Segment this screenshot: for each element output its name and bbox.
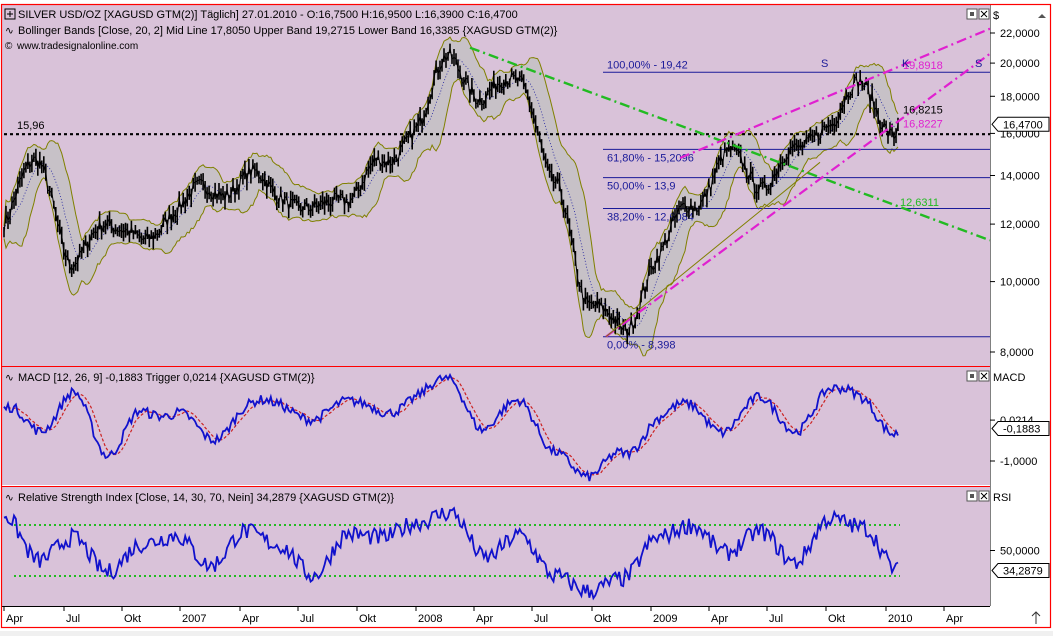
time-axis-tick-label: Apr (242, 613, 259, 625)
time-axis-tick-label: Okt (359, 613, 376, 625)
time-axis-tick-label: Jul (66, 613, 80, 625)
price-panel (2, 5, 990, 366)
pattern-marker-label: K (902, 58, 910, 70)
minimize-panel-icon-glyph (970, 374, 974, 378)
pattern-marker-label: S (975, 58, 982, 70)
fib-level-label: 0,00% - 8,398 (607, 340, 676, 352)
price-axis-tick-label: 12,0000 (1000, 219, 1040, 231)
chart-canvas: 100,00% - 19,4261,80% - 15,209650,00% - … (0, 0, 1053, 631)
time-axis-tick-label: Okt (594, 613, 611, 625)
time-axis-tick-label: Jul (769, 613, 783, 625)
time-axis-tick-label: Okt (828, 613, 845, 625)
time-axis-tick-label: Jul (300, 613, 314, 625)
price-annotation: 16,8227 (903, 119, 943, 131)
pattern-marker-label: S (821, 58, 828, 70)
macd-axis-label: MACD (993, 372, 1025, 384)
indicator-wave-icon: ∿ (5, 372, 14, 384)
rsi-header: ∿ Relative Strength Index [Close, 14, 30… (5, 492, 394, 504)
fib-level-label: 38,20% - 12,6084 (607, 212, 694, 224)
source-label: www.tradesignalonline.com (16, 41, 138, 52)
macd-header: ∿ MACD [12, 26, 9] -0,1883 Trigger 0,021… (5, 372, 315, 384)
price-annotation: 16,8215 (903, 105, 943, 117)
last-price-value: 16,4700 (1003, 119, 1043, 131)
time-axis-tick-label: Jul (534, 613, 548, 625)
minimize-panel-icon-glyph (970, 12, 974, 16)
rsi-axis-label: RSI (993, 492, 1011, 504)
time-axis-tick-label: 2008 (418, 613, 442, 625)
macd-last-value: -0,1883 (1003, 424, 1040, 436)
price-axis-tick-label: 14,0000 (1000, 171, 1040, 183)
minimize-panel-icon-glyph (970, 494, 974, 498)
price-axis-tick-label: 8,0000 (1000, 347, 1034, 359)
price-annotation: 12,6311 (900, 197, 939, 209)
chart-window: 100,00% - 19,4261,80% - 15,209650,00% - … (0, 0, 1053, 631)
rsi-title: Relative Strength Index [Close, 14, 30, … (18, 492, 394, 504)
price-axis-tick-label: 20,0000 (1000, 58, 1040, 70)
rsi-panel (2, 487, 990, 606)
copyright-icon: © (5, 41, 13, 52)
time-axis-tick-label: 2007 (182, 613, 206, 625)
time-axis-tick-label: Apr (476, 613, 493, 625)
indicator-wave-icon: ∿ (5, 25, 14, 37)
macd-title: MACD [12, 26, 9] -0,1883 Trigger 0,0214 … (18, 372, 315, 384)
bollinger-title: Bollinger Bands [Close, 20, 2] Mid Line … (18, 25, 558, 37)
time-axis-tick-label: 2010 (888, 613, 912, 625)
macd-axis-tick-label: -1,0000 (1000, 456, 1037, 468)
time-axis-tick-label: Okt (124, 613, 141, 625)
price-axis-unit: $ (993, 10, 999, 22)
price-axis-tick-label: 10,0000 (1000, 277, 1040, 289)
rsi-axis-tick-label: 50,0000 (1000, 546, 1040, 558)
time-axis-tick-label: 2009 (653, 613, 677, 625)
fib-level-label: 50,00% - 13,9 (607, 181, 676, 193)
fib-level-label: 100,00% - 19,42 (607, 59, 688, 71)
support-line-label: 15,96 (17, 120, 45, 132)
price-panel-title: SILVER USD/OZ [XAGUSD GTM(2)] Täglich] 2… (18, 9, 518, 21)
price-axis-tick-label: 22,0000 (1000, 28, 1040, 40)
rsi-last-value: 34,2879 (1003, 566, 1043, 578)
time-axis-tick-label: Apr (946, 613, 963, 625)
time-axis-tick-label: Apr (711, 613, 728, 625)
time-axis-tick-label: Apr (6, 613, 23, 625)
indicator-wave-icon: ∿ (5, 492, 14, 504)
price-axis-tick-label: 18,0000 (1000, 91, 1040, 103)
